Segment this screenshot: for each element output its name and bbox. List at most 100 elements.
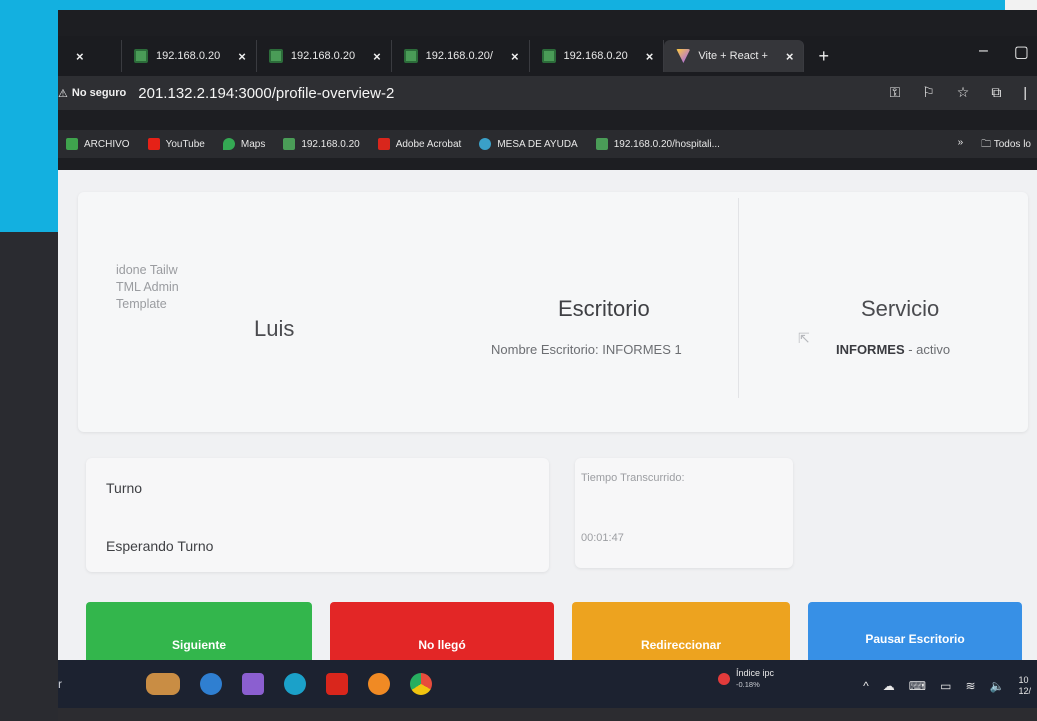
turn-card: Turno Esperando Turno <box>86 458 549 572</box>
all-bookmarks-folder[interactable]: 🗀 Todos lo <box>981 137 1031 154</box>
youtube-icon <box>147 138 160 150</box>
tab-label: Vite + React + <box>698 50 768 62</box>
news-widget[interactable]: Índice ipc -0.18% <box>718 668 774 690</box>
tab-strip: × 192.168.0.20 × 192.168.0.20 × 192.168.… <box>58 36 1037 76</box>
site-favicon-icon <box>541 49 556 63</box>
address-bar-actions: ⚿ ⚐ ☆ ⧉ | <box>890 84 1027 101</box>
tab-label: 192.168.0.20 <box>290 50 356 62</box>
site-favicon-icon <box>595 138 608 150</box>
maximize-icon[interactable]: ▢ <box>1014 42 1029 62</box>
clock[interactable]: 10 12/ <box>1018 675 1031 697</box>
close-icon[interactable]: × <box>373 49 381 64</box>
password-key-icon[interactable]: ⚿ <box>890 84 901 101</box>
pause-desk-button[interactable]: Pausar Escritorio <box>808 602 1022 664</box>
monitor-bezel <box>58 708 1037 721</box>
chrome-icon[interactable] <box>410 673 432 695</box>
bookmark-mesa-de-ayuda[interactable]: MESA DE AYUDA <box>479 138 578 150</box>
next-button[interactable]: Siguiente <box>86 602 312 664</box>
maps-pin-icon <box>222 138 235 150</box>
more-bookmarks-button[interactable]: » <box>958 137 964 154</box>
cloud-icon[interactable]: ☁ <box>883 679 895 693</box>
security-indicator[interactable]: ⚠ No seguro <box>58 87 126 100</box>
window-controls: – ▢ <box>979 42 1029 62</box>
timer-value: 00:01:47 <box>581 532 624 544</box>
bookmark-label: Maps <box>240 138 266 150</box>
firefox-icon[interactable] <box>368 673 390 695</box>
bookmark-hospital[interactable]: 192.168.0.20/hospitali... <box>595 138 720 150</box>
bookmark-adobe-acrobat[interactable]: Adobe Acrobat <box>377 138 462 150</box>
close-icon[interactable]: × <box>238 49 246 64</box>
vite-logo-icon <box>676 49 691 63</box>
volume-icon[interactable]: 🔈 <box>990 679 1005 693</box>
template-line: TML Admin <box>116 280 179 294</box>
news-title: Índice ipc <box>736 668 775 678</box>
bookmark-label: 192.168.0.20/hospitali... <box>613 138 720 150</box>
widgets-icon[interactable] <box>146 673 180 695</box>
timer-label: Tiempo Transcurrido: <box>581 472 685 484</box>
acrobat-taskbar-icon[interactable] <box>326 673 348 695</box>
folder-icon: 🗀 <box>981 139 992 150</box>
site-favicon-icon <box>268 49 283 63</box>
taskbar-search[interactable]: r <box>58 677 138 691</box>
edge-icon[interactable] <box>284 673 306 695</box>
chevron-up-icon[interactable]: ^ <box>863 679 869 693</box>
security-label: No seguro <box>71 87 127 99</box>
tab-1[interactable]: × <box>58 40 122 72</box>
tab-2[interactable]: 192.168.0.20 × <box>122 40 257 72</box>
wifi-icon[interactable]: ≋ <box>965 679 975 693</box>
bookmark-label: Adobe Acrobat <box>395 138 462 150</box>
acrobat-icon <box>377 138 390 150</box>
close-icon[interactable]: × <box>511 49 519 64</box>
bookmark-label: ARCHIVO <box>84 138 130 150</box>
helpdesk-icon <box>479 138 492 150</box>
translate-icon[interactable]: ⚐ <box>922 84 935 101</box>
service-name: INFORMES <box>836 342 905 357</box>
tab-active-vite[interactable]: Vite + React + × <box>664 40 805 72</box>
folder-label: Todos lo <box>993 139 1031 150</box>
bookmark-label: MESA DE AYUDA <box>497 138 578 150</box>
clock-time: 10 <box>1018 675 1029 685</box>
tab-3[interactable]: 192.168.0.20 × <box>257 40 392 72</box>
bookmark-youtube[interactable]: YouTube <box>147 138 205 150</box>
desk-title: Escritorio <box>558 296 650 321</box>
redirect-button[interactable]: Redireccionar <box>572 602 790 664</box>
user-name: Luis <box>254 316 295 341</box>
minimize-button[interactable]: – <box>979 42 988 62</box>
timer-card: Tiempo Transcurrido: 00:01:47 <box>575 458 793 568</box>
profile-card: idone Tailw TML Admin Template Luis Escr… <box>78 192 1028 432</box>
tab-label: 192.168.0.20 <box>156 50 221 62</box>
tab-label: 192.168.0.20/ <box>425 50 493 62</box>
template-line: Template <box>116 297 167 311</box>
store-icon[interactable] <box>242 673 264 695</box>
template-line: idone Tailw <box>116 263 178 277</box>
star-icon[interactable]: ☆ <box>957 84 970 101</box>
template-alt-text: idone Tailw TML Admin Template <box>116 262 179 313</box>
turn-status: Esperando Turno <box>106 538 214 554</box>
bookmark-maps[interactable]: Maps <box>222 138 266 150</box>
os-taskbar: r Índice ipc -0.18% ^ ☁ ⌨ ▭ ≋ 🔈 10 12/ <box>58 660 1037 708</box>
bookmark-192-168-0-20[interactable]: 192.168.0.20 <box>283 138 360 150</box>
display-icon[interactable]: ▭ <box>940 679 951 693</box>
close-icon[interactable]: × <box>786 49 794 64</box>
url-field[interactable]: 201.132.2.194:3000/profile-overview-2 <box>138 85 394 102</box>
site-favicon-icon <box>134 49 148 63</box>
keyboard-icon[interactable]: ⌨ <box>909 679 926 693</box>
tab-5[interactable]: 192.168.0.20 × <box>530 40 665 72</box>
service-status: INFORMES - activo <box>836 342 950 357</box>
mouse-cursor-icon: ⇱ <box>798 330 810 346</box>
new-tab-button[interactable]: + <box>818 46 829 67</box>
monitor-screen: × 192.168.0.20 × 192.168.0.20 × 192.168.… <box>58 10 1037 721</box>
copilot-icon[interactable] <box>200 673 222 695</box>
system-tray: ^ ☁ ⌨ ▭ ≋ 🔈 10 12/ <box>863 675 1031 697</box>
close-icon[interactable]: × <box>76 49 84 64</box>
bookmark-label: YouTube <box>165 138 205 150</box>
bookmark-archivo[interactable]: ARCHIVO <box>66 138 130 150</box>
cyan-overlay-side <box>0 0 58 232</box>
close-icon[interactable]: × <box>646 49 654 64</box>
bookmark-label: 192.168.0.20 <box>301 138 360 150</box>
clock-date: 12/ <box>1018 686 1031 696</box>
extensions-icon[interactable]: ⧉ <box>991 84 1001 101</box>
separator-icon: | <box>1023 84 1027 100</box>
no-show-button[interactable]: No llegó <box>330 602 554 664</box>
tab-4[interactable]: 192.168.0.20/ × <box>392 40 530 72</box>
